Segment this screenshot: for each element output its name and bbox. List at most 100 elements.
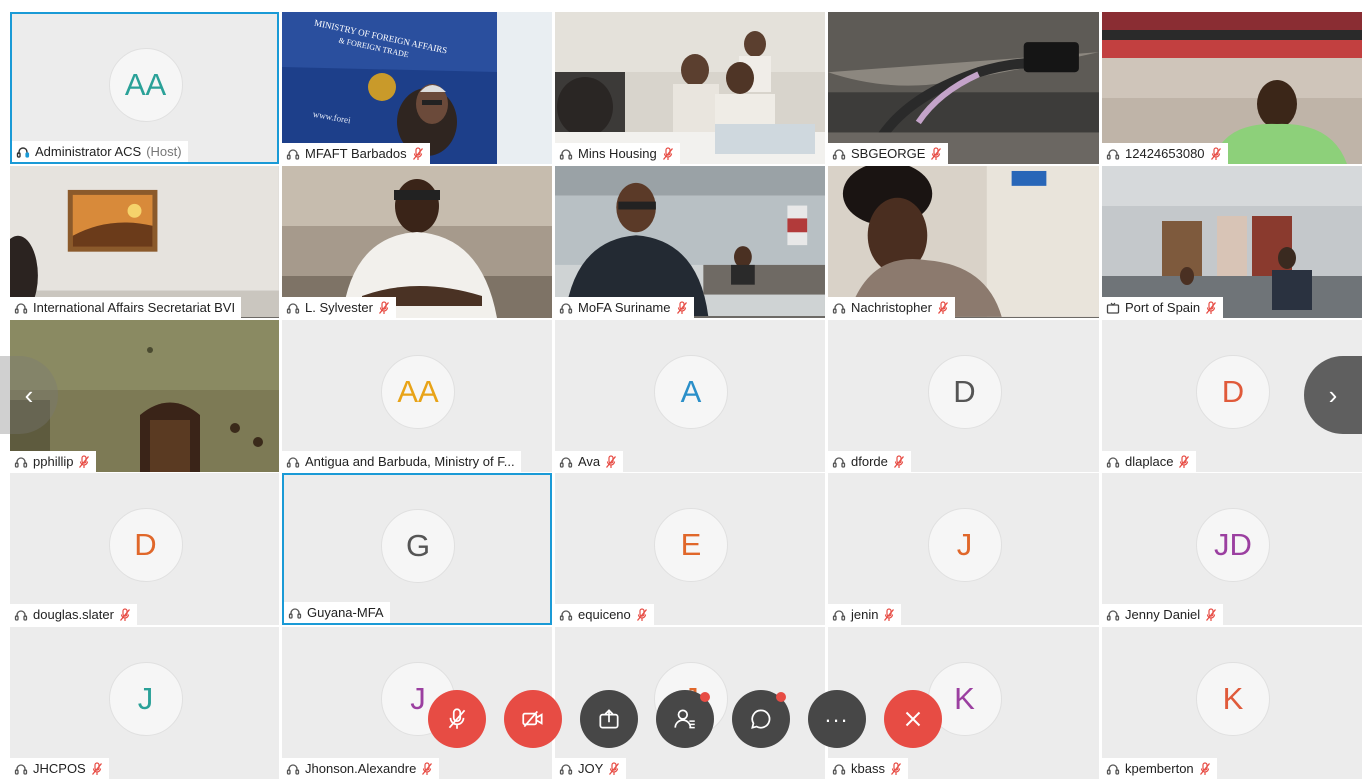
video-button[interactable] xyxy=(504,690,562,748)
participant-name: Guyana-MFA xyxy=(307,605,384,620)
participant-label: Guyana-MFA xyxy=(284,602,390,623)
participant-tile[interactable]: AA Administrator ACS (Host) xyxy=(10,12,279,164)
participant-name: L. Sylvester xyxy=(305,300,373,315)
muted-mic-icon xyxy=(930,146,942,161)
participant-name: Ava xyxy=(578,454,601,469)
participant-tile[interactable]: Ddouglas.slater xyxy=(10,473,279,625)
avatar: E xyxy=(654,508,728,583)
participant-tile[interactable]: Kkpemberton xyxy=(1102,627,1362,779)
avatar: AA xyxy=(381,355,455,430)
participant-label: dforde xyxy=(828,451,911,472)
avatar: K xyxy=(1196,662,1270,737)
avatar: AA xyxy=(108,47,183,122)
notification-dot xyxy=(776,692,786,702)
share-button[interactable] xyxy=(580,690,638,748)
leave-button[interactable] xyxy=(884,690,942,748)
participant-tile[interactable]: 12424653080 xyxy=(1102,12,1362,164)
video-feed xyxy=(10,166,279,318)
participant-label: Mins Housing xyxy=(555,143,680,164)
headset-icon xyxy=(559,147,573,161)
participant-label: MFAFT Barbados xyxy=(282,143,430,164)
muted-mic-icon xyxy=(1205,607,1217,622)
participant-tile[interactable]: L. Sylvester xyxy=(282,166,552,318)
participant-grid: AA Administrator ACS (Host) MINISTRY OF FOR… xyxy=(0,0,1362,779)
participant-tile[interactable]: JD Jenny Daniel xyxy=(1102,473,1362,625)
participant-tile[interactable]: AA Antigua and Barbuda, Ministry of F... xyxy=(282,320,552,472)
video-feed xyxy=(828,12,1099,164)
video-feed xyxy=(282,166,552,318)
participant-label: Administrator ACS (Host) xyxy=(12,141,188,162)
muted-mic-icon xyxy=(883,607,895,622)
participant-label: International Affairs Secretariat BVI xyxy=(10,297,242,318)
participant-tile[interactable]: Jjenin xyxy=(828,473,1099,625)
video-off-icon xyxy=(520,706,546,732)
participant-name: JHCPOS xyxy=(33,761,86,776)
participant-name: 12424653080 xyxy=(1125,146,1205,161)
more-icon: ... xyxy=(824,702,850,727)
avatar: D xyxy=(108,508,183,583)
participant-tile[interactable]: A Ava xyxy=(555,320,825,472)
tv-icon xyxy=(1106,301,1120,315)
participants-button[interactable] xyxy=(656,690,714,748)
avatar: D xyxy=(927,355,1002,430)
participant-name: Port of Spain xyxy=(1125,300,1201,315)
muted-mic-icon xyxy=(1210,146,1222,161)
video-feed xyxy=(555,12,825,164)
participant-name: Antigua and Barbuda, Ministry of F... xyxy=(305,454,515,469)
participant-label: pphillip xyxy=(10,451,97,472)
participant-label: L. Sylvester xyxy=(282,297,396,318)
avatar: JD xyxy=(1196,508,1270,583)
muted-mic-icon xyxy=(119,607,131,622)
more-button[interactable]: ... xyxy=(808,690,866,748)
participant-tile[interactable]: MoFA Suriname xyxy=(555,166,825,318)
headset-icon xyxy=(559,301,573,315)
mute-button[interactable] xyxy=(428,690,486,748)
headset-icon xyxy=(286,147,300,161)
muted-mic-icon xyxy=(890,761,902,776)
participant-tile[interactable]: J JHCPOS xyxy=(10,627,279,779)
participant-tile[interactable]: Mins Housing xyxy=(555,12,825,164)
participant-tile[interactable]: Eequiceno xyxy=(555,473,825,625)
chevron-left-icon: ‹ xyxy=(24,379,34,410)
participant-name: Jhonson.Alexandre xyxy=(305,761,417,776)
avatar: J xyxy=(927,508,1002,583)
headset-icon xyxy=(559,762,573,776)
participant-tile[interactable]: Nachristopher xyxy=(828,166,1099,318)
participant-label: Jhonson.Alexandre xyxy=(282,758,440,779)
headset-icon xyxy=(1106,147,1120,161)
headset-icon xyxy=(14,608,28,622)
participants-icon xyxy=(672,706,698,732)
host-badge: (Host) xyxy=(146,144,182,159)
chat-button[interactable] xyxy=(732,690,790,748)
participant-name: pphillip xyxy=(33,454,74,469)
participant-name: kpemberton xyxy=(1125,761,1194,776)
chat-icon xyxy=(748,706,774,732)
participant-label: Jenny Daniel xyxy=(1102,604,1224,625)
participant-name: MFAFT Barbados xyxy=(305,146,407,161)
participant-name: Jenny Daniel xyxy=(1125,607,1201,622)
headset-icon xyxy=(832,608,846,622)
participant-tile[interactable]: MINISTRY OF FOREIGN AFFAIRS & FOREIGN TRA… xyxy=(282,12,552,164)
participant-name: SBGEORGE xyxy=(851,146,926,161)
close-icon xyxy=(900,706,926,732)
headset-icon xyxy=(288,606,302,620)
avatar: J xyxy=(108,662,183,737)
participant-tile[interactable]: Ddforde xyxy=(828,320,1099,472)
participant-name: dlaplace xyxy=(1125,454,1174,469)
participant-tile[interactable]: SBGEORGE xyxy=(828,12,1099,164)
participant-tile[interactable]: G Guyana-MFA xyxy=(282,473,552,625)
headset-icon xyxy=(559,455,573,469)
participant-name: International Affairs Secretariat BVI xyxy=(33,300,236,315)
headset-icon xyxy=(14,455,28,469)
participant-name: douglas.slater xyxy=(33,607,114,622)
muted-mic-icon xyxy=(378,300,390,315)
muted-mic-icon xyxy=(636,607,648,622)
participant-tile[interactable]: Port of Spain xyxy=(1102,166,1362,318)
muted-mic-icon xyxy=(1205,300,1217,315)
headset-icon xyxy=(14,301,28,315)
headset-icon xyxy=(286,455,300,469)
participant-label: Nachristopher xyxy=(828,297,955,318)
participant-tile[interactable]: International Affairs Secretariat BVI xyxy=(10,166,279,318)
participant-label: Port of Spain xyxy=(1102,297,1224,318)
participant-name: JOY xyxy=(578,761,604,776)
